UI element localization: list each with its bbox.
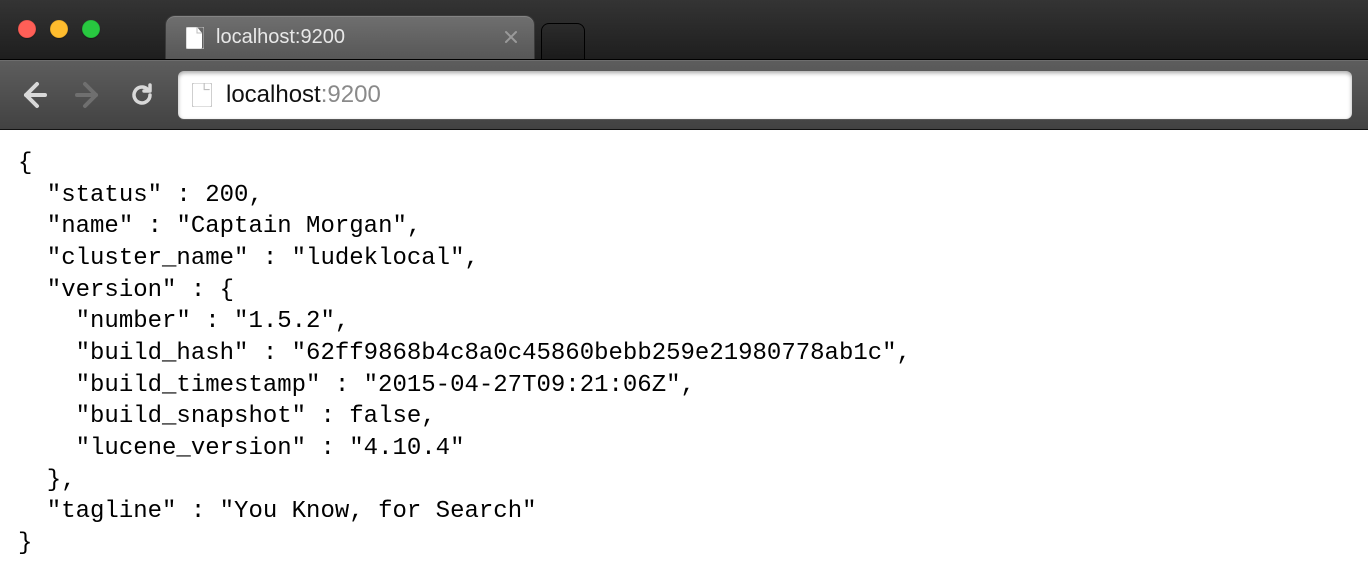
close-window-button[interactable] (18, 20, 36, 38)
window-controls (18, 20, 100, 38)
json-line: "version" : { (18, 277, 234, 304)
address-host: localhost (226, 81, 321, 108)
json-line: "cluster_name" : "ludeklocal", (18, 245, 479, 272)
json-line: "lucene_version" : "4.10.4" (18, 435, 464, 462)
json-line: "build_snapshot" : false, (18, 403, 436, 430)
new-tab-button[interactable] (541, 23, 585, 59)
json-line: "number" : "1.5.2", (18, 308, 349, 335)
json-line: "build_timestamp" : "2015-04-27T09:21:06… (18, 372, 695, 399)
json-line: "status" : 200, (18, 182, 263, 209)
browser-tab-strip: localhost:9200 (0, 0, 1368, 60)
file-icon (186, 27, 204, 49)
zoom-window-button[interactable] (82, 20, 100, 38)
tab-title: localhost:9200 (216, 26, 345, 49)
browser-toolbar: localhost:9200 (0, 60, 1368, 130)
back-button[interactable] (16, 77, 52, 113)
address-bar[interactable]: localhost:9200 (178, 71, 1352, 119)
reload-button[interactable] (124, 77, 160, 113)
forward-button[interactable] (70, 77, 106, 113)
json-line: { (18, 150, 32, 177)
json-line: "name" : "Captain Morgan", (18, 213, 421, 240)
minimize-window-button[interactable] (50, 20, 68, 38)
response-body: { "status" : 200, "name" : "Captain Morg… (0, 130, 1368, 574)
json-line: }, (18, 467, 76, 494)
close-tab-button[interactable] (504, 29, 518, 47)
address-text: localhost:9200 (226, 81, 381, 109)
address-port: :9200 (321, 81, 381, 108)
json-line: "build_hash" : "62ff9868b4c8a0c45860bebb… (18, 340, 911, 367)
tab-active[interactable]: localhost:9200 (165, 15, 535, 59)
json-line: "tagline" : "You Know, for Search" (18, 498, 537, 525)
json-line: } (18, 530, 32, 557)
tabs: localhost:9200 (165, 0, 585, 59)
file-icon (192, 83, 212, 107)
